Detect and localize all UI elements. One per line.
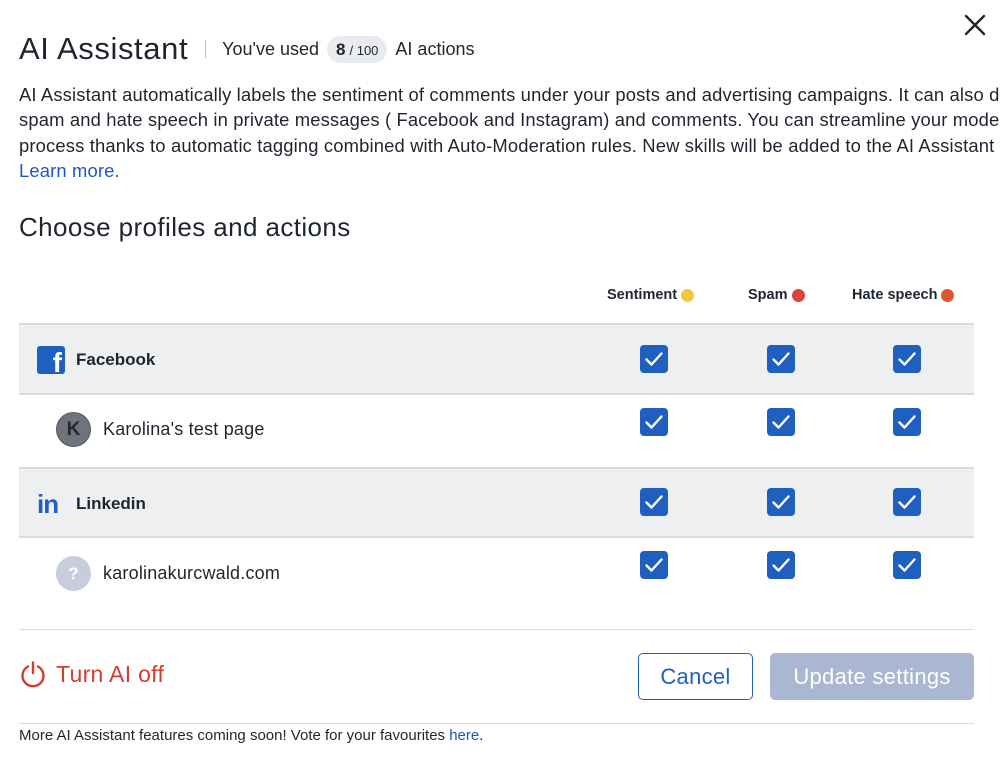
footer-end: .	[479, 727, 484, 744]
intro-text: AI Assistant automatically labels the se…	[19, 82, 1000, 183]
linkedin-icon: in	[37, 489, 59, 519]
row-label: f Facebook	[37, 345, 156, 377]
header-divider	[205, 40, 207, 58]
usage-badge: 8 / 100	[327, 35, 388, 63]
usage-suffix: AI actions	[395, 38, 475, 59]
usage-prefix: You've used	[222, 38, 320, 59]
table-row-facebook: f Facebook	[19, 323, 974, 395]
spam-checkbox[interactable]	[767, 551, 795, 579]
learn-more-link[interactable]: Learn more.	[19, 158, 979, 183]
usage-total-count: / 100	[349, 42, 379, 58]
table-row-linkedin: in Linkedin	[19, 467, 974, 538]
modal-header: AI Assistant You've used 8 / 100 AI acti…	[19, 28, 474, 70]
network-name: Linkedin	[76, 494, 146, 513]
page-name: karolinakurcwald.com	[103, 563, 281, 583]
spam-checkbox[interactable]	[767, 488, 795, 516]
checkmark-icon	[898, 352, 916, 366]
footer-divider	[19, 723, 974, 724]
footer-text: More AI Assistant features coming soon! …	[19, 727, 450, 744]
column-header-sentiment: Sentiment	[607, 287, 695, 303]
checkmark-icon	[645, 558, 663, 572]
red-circle-icon	[791, 288, 805, 302]
column-label: Sentiment	[607, 287, 678, 303]
intro-line: process thanks to automatic tagging comb…	[19, 134, 1000, 156]
checkmark-icon	[645, 415, 663, 429]
column-header-spam: Spam	[748, 287, 805, 303]
checkmark-icon	[772, 495, 790, 509]
avatar: ?	[56, 556, 91, 591]
hate-speech-checkbox[interactable]	[893, 345, 921, 373]
intro-line: spam and hate speech in private messages…	[19, 109, 1000, 131]
sentiment-checkbox[interactable]	[640, 488, 668, 516]
row-label: K Karolina's test page	[56, 412, 265, 447]
actions-divider	[19, 629, 974, 630]
row-label: in Linkedin	[37, 489, 146, 519]
angry-face-icon	[941, 288, 955, 302]
column-label: Hate speech	[852, 287, 938, 303]
facebook-icon: f	[37, 346, 65, 377]
checkmark-icon	[898, 415, 916, 429]
intro-line: AI Assistant automatically labels the se…	[19, 84, 1000, 105]
checkmark-icon	[898, 558, 916, 572]
footer-note: More AI Assistant features coming soon! …	[19, 727, 483, 744]
power-icon	[21, 661, 45, 688]
close-icon	[964, 14, 986, 36]
column-label: Spam	[748, 287, 788, 303]
hate-speech-checkbox[interactable]	[893, 551, 921, 579]
spam-checkbox[interactable]	[767, 408, 795, 436]
avatar: K	[56, 412, 91, 447]
neutral-face-icon	[681, 288, 695, 302]
checkmark-icon	[645, 352, 663, 366]
modal-title: AI Assistant	[19, 31, 189, 66]
sentiment-checkbox[interactable]	[640, 345, 668, 373]
turn-ai-off-label: Turn AI off	[56, 660, 165, 687]
checkmark-icon	[772, 352, 790, 366]
checkmark-icon	[772, 558, 790, 572]
checkmark-icon	[645, 495, 663, 509]
checkmark-icon	[898, 495, 916, 509]
update-settings-button[interactable]: Update settings	[770, 653, 974, 700]
sentiment-checkbox[interactable]	[640, 408, 668, 436]
turn-ai-off-button[interactable]: Turn AI off	[19, 660, 164, 688]
row-label: ? karolinakurcwald.com	[56, 556, 280, 591]
table-row-karolinakurcwald: ? karolinakurcwald.com	[19, 538, 974, 610]
table-row-karolinas-test-page: K Karolina's test page	[19, 395, 974, 467]
sentiment-checkbox[interactable]	[640, 551, 668, 579]
hate-speech-checkbox[interactable]	[893, 408, 921, 436]
section-title: Choose profiles and actions	[19, 212, 351, 242]
page-name: Karolina's test page	[103, 419, 265, 439]
close-button[interactable]	[962, 12, 988, 38]
checkmark-icon	[772, 415, 790, 429]
hate-speech-checkbox[interactable]	[893, 488, 921, 516]
network-name: Facebook	[76, 350, 156, 369]
column-header-hate-speech: Hate speech	[852, 287, 955, 303]
cancel-button[interactable]: Cancel	[638, 653, 753, 700]
usage-used-count: 8	[336, 39, 346, 59]
vote-here-link[interactable]: here	[449, 727, 479, 744]
spam-checkbox[interactable]	[767, 345, 795, 373]
